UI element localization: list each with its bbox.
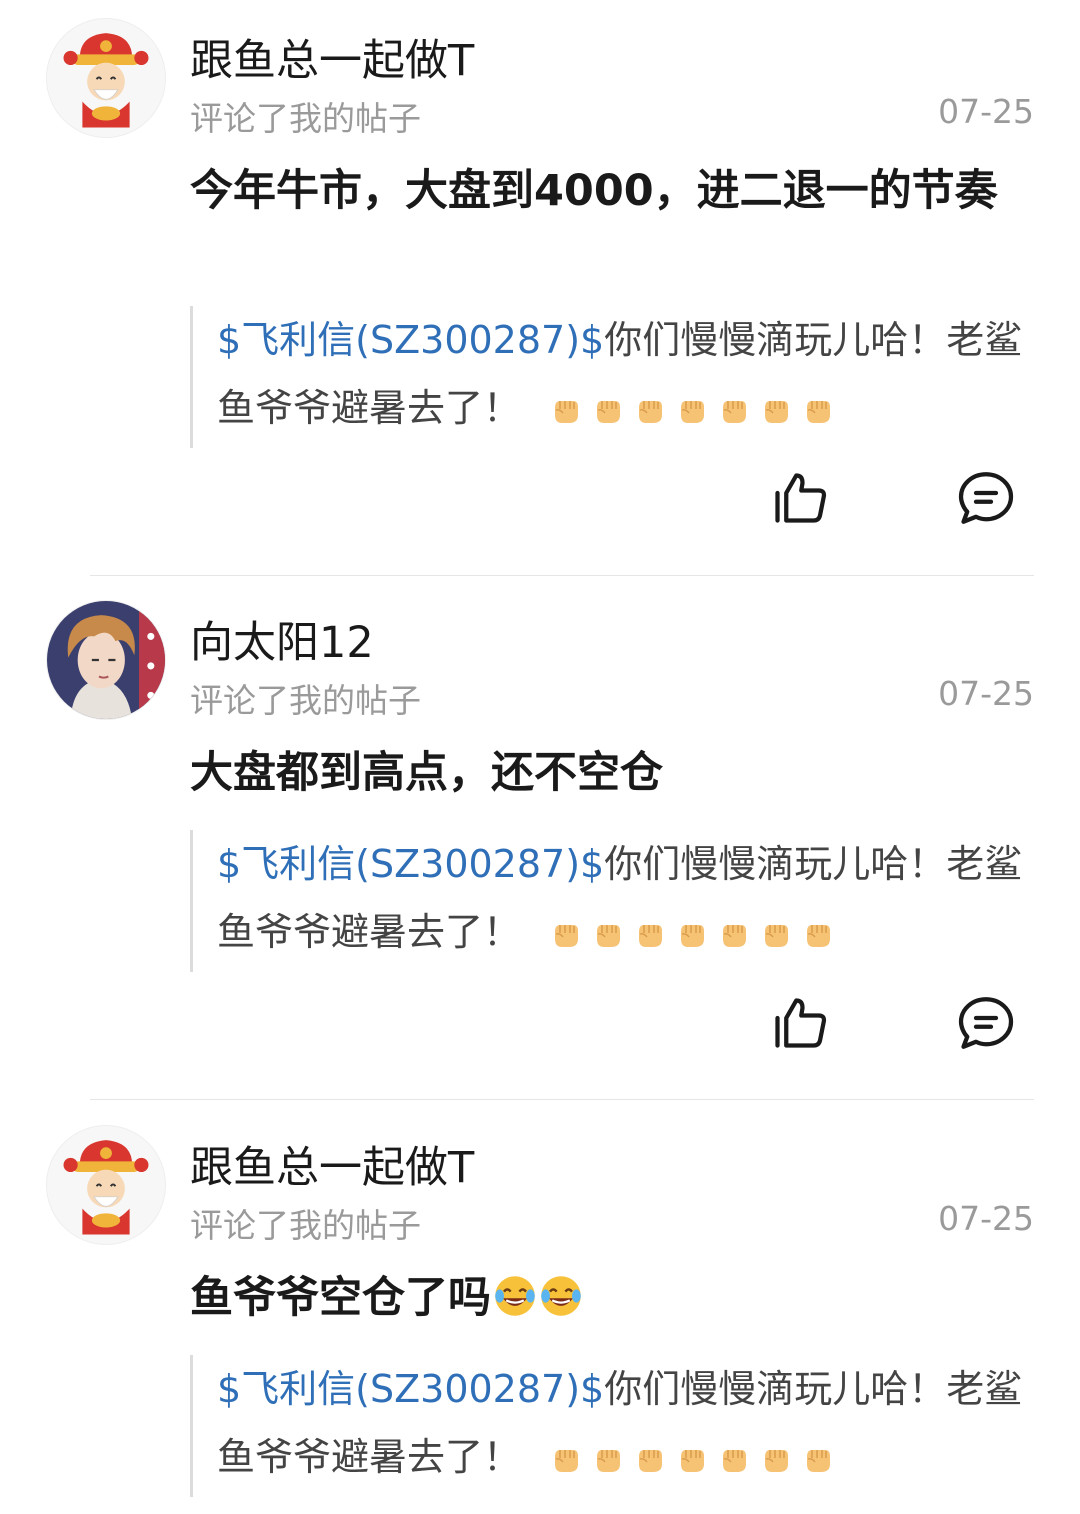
quoted-post[interactable]: $飞利信(SZ300287)$你们慢慢滴玩儿哈！老鲨鱼爷爷避暑去了！: [190, 306, 1035, 448]
fortune-god-avatar-icon: [63, 33, 149, 128]
fist-emoji-icon: [549, 917, 583, 951]
quoted-post[interactable]: $飞利信(SZ300287)$你们慢慢滴玩儿哈！老鲨鱼爷爷避暑去了！: [190, 1355, 1035, 1497]
action-text: 评论了我的帖子: [190, 99, 421, 138]
fist-emoji-icon: [675, 1442, 709, 1476]
fist-emoji-icon: [591, 1442, 625, 1476]
laughing-tears-emoji-icon: [539, 1274, 583, 1318]
stock-link[interactable]: $飞利信(SZ300287)$: [217, 842, 604, 886]
fist-emoji-icon: [633, 1442, 667, 1476]
like-button[interactable]: [770, 993, 830, 1053]
fist-emoji-row: [549, 904, 843, 972]
username[interactable]: 跟鱼总一起做T: [190, 1133, 474, 1195]
timestamp: 07-25: [938, 1199, 1034, 1238]
fortune-god-avatar-icon: [63, 1140, 149, 1235]
fist-emoji-icon: [717, 1442, 751, 1476]
quoted-post[interactable]: $飞利信(SZ300287)$你们慢慢滴玩儿哈！老鲨鱼爷爷避暑去了！: [190, 830, 1035, 972]
stock-link[interactable]: $飞利信(SZ300287)$: [217, 1367, 604, 1411]
comment-text: 鱼爷爷空仓了吗: [190, 1273, 491, 1323]
divider: [90, 1099, 1034, 1100]
fist-emoji-icon: [675, 917, 709, 951]
fist-emoji-icon: [801, 917, 835, 951]
username[interactable]: 向太阳12: [190, 608, 374, 670]
comment-text-container[interactable]: 鱼爷爷空仓了吗: [190, 1261, 1030, 1335]
fist-emoji-icon: [759, 393, 793, 427]
comment-text[interactable]: 今年牛市，大盘到4000，进二退一的节奏: [190, 154, 1030, 228]
divider: [90, 575, 1034, 576]
action-text: 评论了我的帖子: [190, 1206, 421, 1245]
thumbs-up-icon: [775, 998, 827, 1048]
fist-emoji-row: [549, 1429, 843, 1497]
anime-boy-avatar-icon: [47, 601, 165, 719]
fist-emoji-icon: [759, 1442, 793, 1476]
fist-emoji-icon: [633, 917, 667, 951]
reply-button[interactable]: [956, 993, 1016, 1053]
like-button[interactable]: [770, 468, 830, 528]
fist-emoji-icon: [717, 917, 751, 951]
fist-emoji-icon: [591, 393, 625, 427]
fist-emoji-icon: [549, 1442, 583, 1476]
timestamp: 07-25: [938, 674, 1034, 713]
fist-emoji-icon: [759, 917, 793, 951]
comment-bubble-icon: [958, 997, 1014, 1049]
fist-emoji-icon: [633, 393, 667, 427]
action-text: 评论了我的帖子: [190, 681, 421, 720]
fist-emoji-icon: [801, 393, 835, 427]
username[interactable]: 跟鱼总一起做T: [190, 26, 474, 88]
fist-emoji-icon: [675, 393, 709, 427]
fist-emoji-icon: [591, 917, 625, 951]
user-avatar[interactable]: [46, 600, 166, 720]
laughing-tears-emoji-icon: [493, 1274, 537, 1318]
comment-text[interactable]: 大盘都到高点，还不空仓: [190, 736, 1030, 810]
fist-emoji-icon: [549, 393, 583, 427]
comment-bubble-icon: [958, 472, 1014, 524]
stock-link[interactable]: $飞利信(SZ300287)$: [217, 318, 604, 362]
fist-emoji-icon: [801, 1442, 835, 1476]
thumbs-up-icon: [775, 473, 827, 523]
fist-emoji-icon: [717, 393, 751, 427]
user-avatar[interactable]: [46, 18, 166, 138]
reply-button[interactable]: [956, 468, 1016, 528]
user-avatar[interactable]: [46, 1125, 166, 1245]
fist-emoji-row: [549, 380, 843, 448]
timestamp: 07-25: [938, 92, 1034, 131]
